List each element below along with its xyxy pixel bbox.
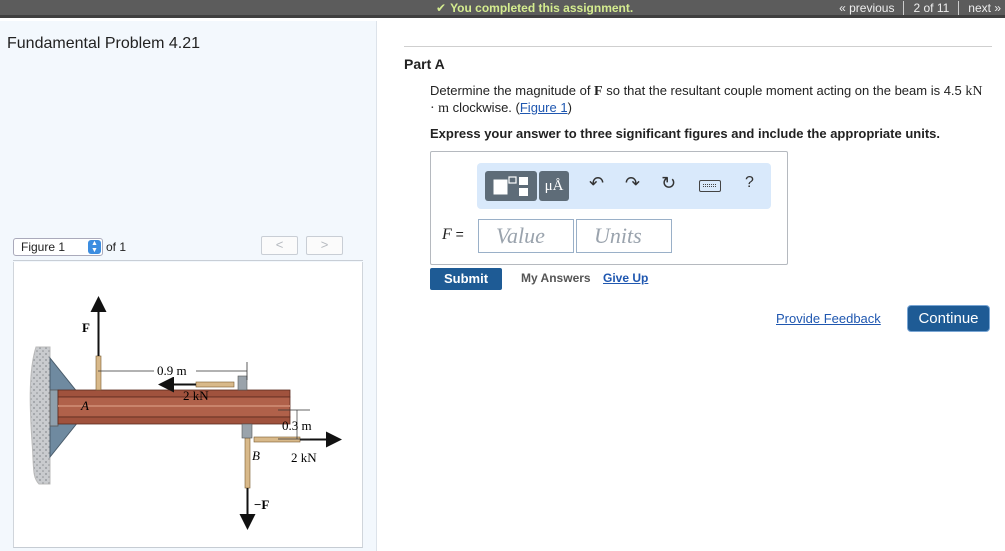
rope-2kN-left: [195, 381, 235, 388]
answer-instruction: Express your answer to three significant…: [430, 126, 940, 141]
dim-0.9m: 0.9 m: [157, 363, 187, 378]
question-start: Determine the magnitude of: [430, 83, 595, 98]
answer-variable-label: F =: [442, 226, 464, 244]
label-F: F: [82, 320, 90, 335]
rope-2kN-right: [253, 436, 301, 443]
question-middle: so that the resultant couple moment acti…: [602, 83, 966, 98]
next-link[interactable]: next »: [968, 1, 1001, 15]
math-toolbar: μÅ ↶ ↷ ↻ ?: [477, 163, 771, 209]
reset-icon[interactable]: ↻: [661, 173, 676, 194]
part-divider: [404, 46, 992, 47]
question-close: ): [567, 100, 572, 115]
bottom-bracket: [49, 421, 80, 459]
check-icon: ✔: [436, 1, 447, 15]
question-text: Determine the magnitude of F so that the…: [430, 83, 990, 117]
updown-arrows-icon: ▲ ▼: [88, 240, 101, 254]
answer-box: μÅ ↶ ↷ ↻ ? F = Value Units: [430, 151, 788, 265]
templates-button[interactable]: [485, 171, 537, 201]
my-answers-link[interactable]: My Answers: [521, 271, 591, 285]
equals-sign: =: [451, 226, 464, 242]
figure-select-value: Figure 1: [21, 240, 66, 254]
give-up-link[interactable]: Give Up: [603, 271, 648, 285]
rope-F: [95, 355, 102, 391]
wall: [29, 346, 51, 485]
nav-divider: [903, 1, 905, 15]
symbols-button[interactable]: μÅ: [539, 171, 569, 201]
rope-negF: [244, 437, 251, 489]
answer-variable: F: [442, 226, 452, 243]
keyboard-icon[interactable]: [699, 180, 721, 192]
assignment-nav: « previous 2 of 11 next »: [839, 1, 1001, 15]
submit-button[interactable]: Submit: [430, 268, 502, 290]
beam-figure: F A B −F 0.9 m 0.3 m 2 kN 2 kN: [29, 296, 342, 530]
figure-next-button[interactable]: >: [306, 236, 343, 255]
figure-select[interactable]: Figure 1 ▲ ▼: [13, 238, 103, 256]
value-input[interactable]: Value: [478, 219, 574, 253]
completion-text: You completed this assignment.: [450, 1, 634, 15]
top-bracket: [49, 356, 80, 394]
label-negF: −F: [254, 497, 269, 512]
problem-panel: Fundamental Problem 4.21 Figure 1 ▲ ▼ of …: [0, 21, 377, 551]
templates-icon: [493, 176, 528, 196]
force-2kN-right: 2 kN: [291, 450, 317, 465]
item-position: 2 of 11: [913, 1, 950, 15]
wall-plate: [49, 389, 59, 427]
force-2kN-left: 2 kN: [183, 388, 209, 403]
figure-count: of 1: [106, 240, 127, 254]
force-symbol: F: [594, 84, 603, 99]
problem-title: Fundamental Problem 4.21: [7, 35, 200, 52]
dim-0.3m: 0.3 m: [282, 418, 312, 433]
completion-status: ✔ You completed this assignment.: [436, 1, 633, 15]
beam-flange-bottom: [57, 416, 291, 425]
part-title: Part A: [404, 56, 445, 72]
figure-frame: F A B −F 0.9 m 0.3 m 2 kN 2 kN: [13, 262, 363, 548]
nav-divider: [958, 1, 960, 15]
figure-prev-button[interactable]: <: [261, 236, 298, 255]
units-input[interactable]: Units: [576, 219, 672, 253]
previous-link[interactable]: « previous: [839, 1, 894, 15]
redo-icon[interactable]: ↷: [625, 173, 640, 194]
provide-feedback-link[interactable]: Provide Feedback: [776, 311, 881, 326]
label-A: A: [80, 398, 89, 413]
undo-icon[interactable]: ↶: [589, 173, 604, 194]
question-end: clockwise. (: [449, 100, 520, 115]
top-status-bar: ✔ You completed this assignment. « previo…: [0, 0, 1005, 18]
figure-divider: [13, 260, 363, 261]
figure-link[interactable]: Figure 1: [520, 100, 568, 115]
continue-button[interactable]: Continue: [907, 305, 990, 332]
label-B: B: [252, 448, 260, 463]
help-icon[interactable]: ?: [745, 174, 754, 192]
beam-flange-top: [57, 389, 291, 398]
